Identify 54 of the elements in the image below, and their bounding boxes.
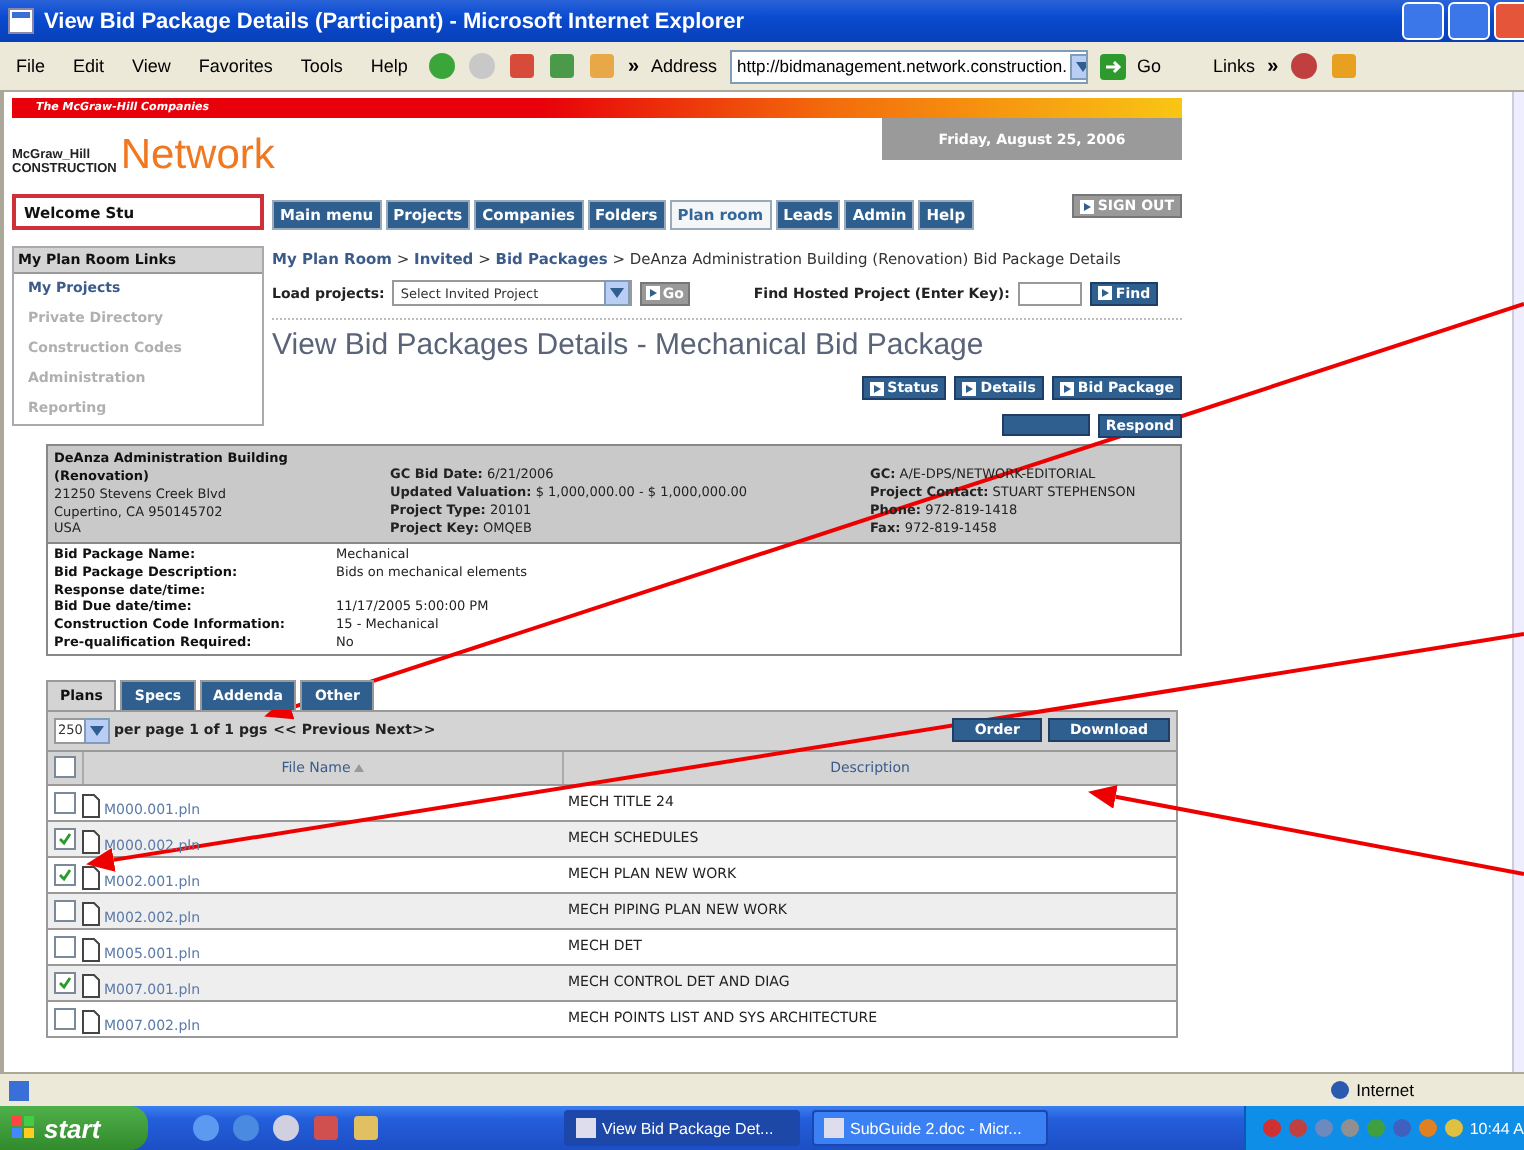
checkbox[interactable]: [54, 971, 76, 994]
caret-icon: [1076, 61, 1086, 71]
checkbox[interactable]: [54, 791, 76, 814]
clock: 10:44 A: [1469, 1119, 1524, 1137]
address-label: Address: [651, 56, 718, 76]
page-heading: View Bid Packages Details - Mechanical Bid Package: [272, 328, 986, 363]
minimize-button[interactable]: [1402, 2, 1444, 40]
checkbox[interactable]: [54, 1007, 76, 1030]
tray-icon[interactable]: [1261, 1118, 1282, 1138]
start-button[interactable]: start: [0, 1106, 148, 1150]
play-icon: [1059, 381, 1074, 396]
play-icon: [1097, 286, 1112, 301]
menu-item[interactable]: View: [124, 56, 179, 76]
checkbox[interactable]: [54, 935, 76, 958]
tray-icon[interactable]: [1287, 1118, 1308, 1138]
action-button[interactable]: [1001, 414, 1090, 437]
scrollbar[interactable]: [1512, 92, 1524, 1072]
checkbox[interactable]: [54, 827, 76, 850]
caret-icon: [90, 725, 105, 736]
logo-brand: Network: [120, 134, 275, 176]
tray-icon[interactable]: [1391, 1118, 1412, 1138]
tray-icon[interactable]: [1443, 1118, 1464, 1138]
maximize-button[interactable]: [1448, 2, 1490, 40]
menu-item[interactable]: Edit: [65, 56, 113, 76]
links-chevron[interactable]: »: [1267, 55, 1279, 77]
checkbox[interactable]: [54, 863, 76, 886]
play-icon: [646, 286, 661, 301]
menu-item[interactable]: Favorites: [190, 56, 281, 76]
taskbar-button[interactable]: View Bid Package Det...: [564, 1110, 800, 1146]
address-field[interactable]: http://bidmanagement.network.construction.: [729, 49, 1088, 83]
play-icon: [962, 381, 977, 396]
close-button[interactable]: [1494, 2, 1524, 40]
sort-icon: [354, 763, 365, 772]
status-zone: Internet: [1356, 1080, 1414, 1100]
check-icon: [58, 831, 72, 846]
checkbox[interactable]: [54, 899, 76, 922]
window-icon: [824, 1118, 844, 1138]
window-title: View Bid Package Details (Participant) - Microsoft Internet Explorer: [44, 9, 745, 33]
toolbar-chevron[interactable]: »: [627, 55, 639, 77]
play-icon: [869, 381, 884, 396]
menu-item[interactable]: Help: [362, 56, 416, 76]
menu-item[interactable]: Tools: [292, 56, 351, 76]
taskbar-button[interactable]: SubGuide 2.doc - Micr...: [812, 1110, 1048, 1146]
check-icon: [58, 975, 72, 990]
go-button[interactable]: Go: [1137, 56, 1162, 76]
menu-item[interactable]: File: [8, 56, 54, 76]
window-icon: [576, 1118, 596, 1138]
links-button[interactable]: Links: [1213, 56, 1256, 76]
project-key-field[interactable]: [1017, 281, 1082, 306]
check-icon: [58, 867, 72, 882]
play-icon: [1079, 199, 1094, 213]
caret-icon: [610, 288, 625, 299]
go-arrow-icon[interactable]: [1099, 53, 1126, 79]
checkbox[interactable]: [54, 756, 76, 779]
